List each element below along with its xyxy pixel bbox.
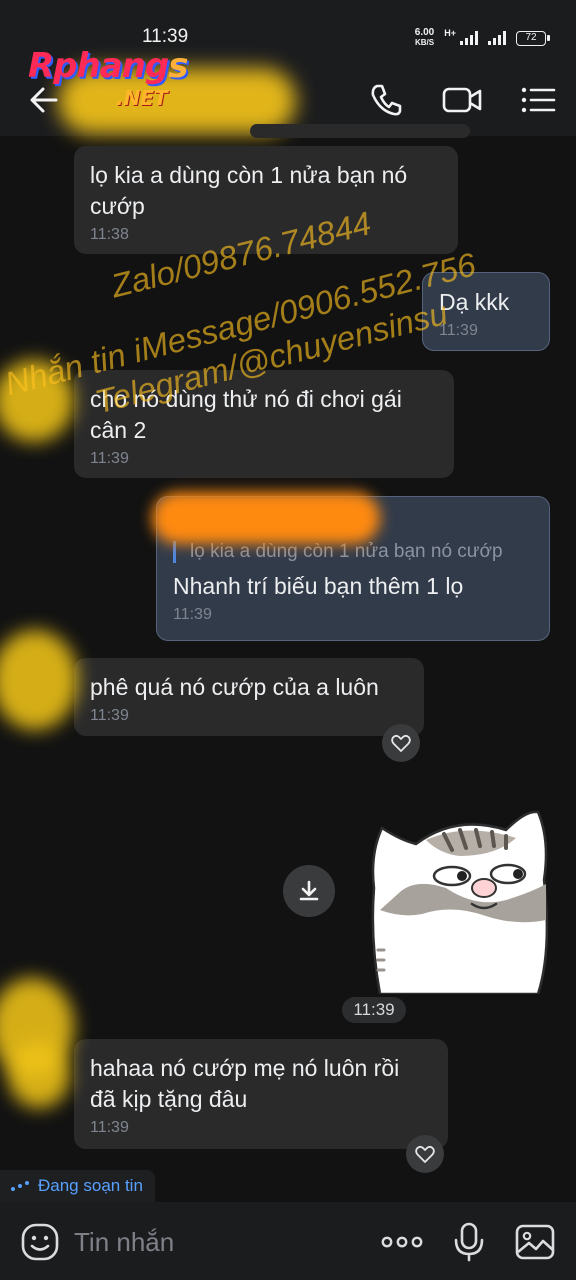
message-time: 11:39 — [173, 606, 212, 623]
logo-sub-text: .NET — [116, 86, 168, 110]
typing-dots-icon — [11, 1181, 29, 1191]
emoji-icon[interactable] — [20, 1222, 60, 1262]
message-input[interactable] — [74, 1222, 354, 1262]
typing-indicator: Đang soạn tin — [0, 1170, 155, 1202]
video-icon[interactable] — [440, 80, 484, 120]
message-bubble-incoming[interactable]: hahaa nó cướp mẹ nó luôn rồi đã kịp tặng… — [74, 1039, 448, 1149]
signal-icon-2 — [488, 31, 506, 45]
download-icon — [299, 880, 319, 901]
typing-text: Đang soạn tin — [38, 1176, 143, 1195]
heart-icon — [391, 734, 411, 752]
message-list[interactable]: lọ kia a dùng còn 1 nửa bạn nó cướp 11:3… — [0, 124, 576, 1202]
message-text: Nhanh trí biếu bạn thêm 1 lọ — [173, 573, 464, 599]
heart-icon — [415, 1145, 435, 1163]
network-speed-value: 6.00 — [414, 27, 435, 38]
status-time: 11:39 — [142, 26, 189, 47]
message-bubble-partial — [250, 124, 470, 138]
message-text: Dạ kkk — [439, 289, 510, 315]
battery-icon: 72 — [516, 30, 550, 46]
message-time: 11:39 — [439, 322, 478, 339]
message-bubble-incoming[interactable]: phê quá nó cướp của a luôn 11:39 — [74, 658, 424, 736]
composer-bar — [0, 1202, 576, 1280]
redacted-avatar — [8, 1042, 70, 1108]
battery-level: 72 — [525, 31, 537, 43]
cat-sticker[interactable] — [356, 800, 552, 996]
redacted-quote-author — [152, 492, 380, 544]
network-type: H+ — [444, 28, 456, 38]
more-options-icon[interactable] — [380, 1222, 424, 1262]
message-time: 11:39 — [90, 450, 129, 467]
react-button[interactable] — [406, 1135, 444, 1173]
message-text: lọ kia a dùng còn 1 nửa bạn nó cướp — [90, 162, 408, 219]
redacted-avatar — [0, 630, 78, 730]
status-indicators: 6.00 KB/S H+ 72 — [415, 26, 550, 50]
network-speed-unit: KB/S — [414, 38, 435, 47]
network-speed: 6.00 KB/S — [415, 28, 434, 48]
message-time: 11:39 — [90, 1119, 129, 1136]
react-button[interactable] — [382, 724, 420, 762]
quoted-message[interactable]: lọ kia a dùng còn 1 nửa bạn nó cướp — [173, 541, 533, 563]
phone-icon[interactable] — [366, 80, 406, 120]
message-time: 11:39 — [90, 707, 129, 724]
image-icon[interactable] — [514, 1222, 556, 1262]
menu-icon[interactable] — [518, 80, 558, 120]
message-text: hahaa nó cướp mẹ nó luôn rồi đã kịp tặng… — [90, 1055, 400, 1112]
message-text: phê quá nó cướp của a luôn — [90, 674, 379, 700]
download-button[interactable] — [283, 865, 335, 917]
microphone-icon[interactable] — [452, 1222, 486, 1262]
back-arrow-icon[interactable] — [22, 78, 66, 122]
cat-sticker-image — [356, 800, 552, 996]
signal-icon — [460, 31, 478, 45]
sticker-time: 11:39 — [342, 997, 406, 1023]
